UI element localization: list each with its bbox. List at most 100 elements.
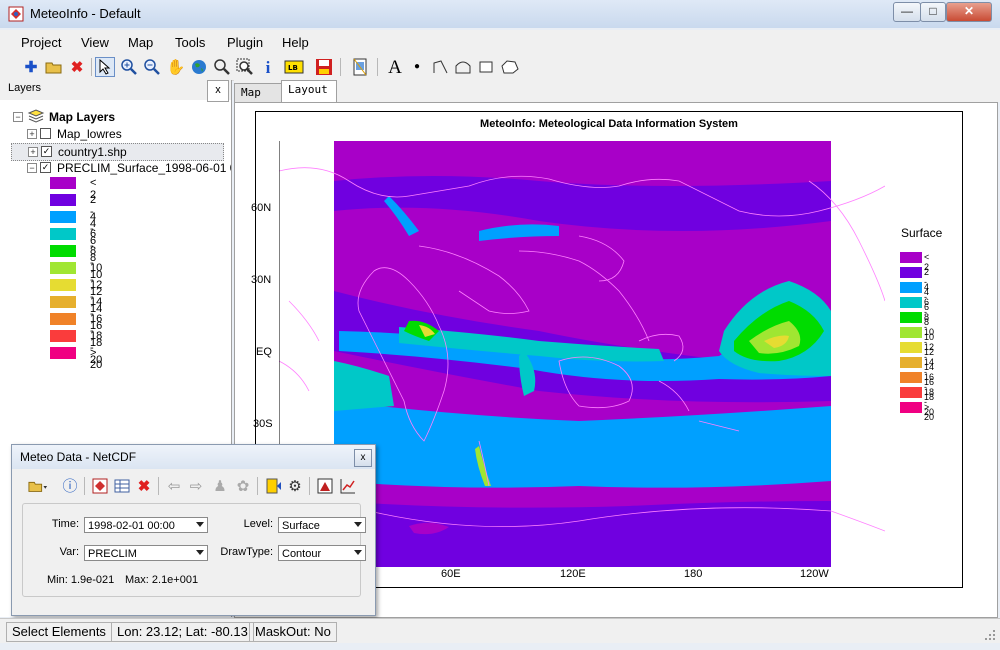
layer-visibility-checkbox[interactable]: ✓ [41,146,52,157]
full-extent-globe-icon[interactable] [189,57,209,77]
time-select[interactable]: 1998-02-01 00:00 [84,517,208,533]
layer-visibility-checkbox[interactable] [40,128,51,139]
info-icon[interactable]: ⓘ [60,476,80,496]
menu-tools[interactable]: Tools [175,35,205,50]
close-icon[interactable]: x [207,80,229,102]
drawtype-label: DrawType: [220,546,273,558]
graph-icon[interactable] [338,476,358,496]
dialog-close-button[interactable]: x [354,449,372,467]
open-folder-icon[interactable] [28,476,48,496]
legend-label: > 20 [924,402,935,422]
view-data-icon[interactable] [315,476,335,496]
polygon-icon[interactable] [500,57,520,77]
point-icon[interactable]: ● [407,57,427,77]
toolbar-separator [158,477,159,495]
dialog-toolbar: ⓘ ✖ ⇦ ⇨ ♟ ✿ ⚙ [18,473,370,497]
chevron-down-icon [196,522,204,527]
remove-layer-icon[interactable]: ✖ [67,57,87,77]
legend-swatch [50,279,76,291]
menu-bar: Project View Map Tools Plugin Help [0,30,1000,54]
minimize-button[interactable]: — [893,2,921,22]
collapse-icon[interactable]: − [27,163,37,173]
toolbar-separator [257,477,258,495]
settings-icon[interactable]: ⚙ [285,476,305,496]
y-tick-label: EQ [256,346,272,358]
chevron-down-icon [354,550,362,555]
legend-swatch [900,267,922,278]
drawtype-select[interactable]: Contour [278,545,366,561]
draw-contour-icon[interactable] [263,476,283,496]
arrow-right-icon[interactable]: ⇨ [186,476,206,496]
legend-swatch [50,296,76,308]
status-maskout: MaskOut: No [249,622,337,642]
level-value: Surface [282,520,320,532]
remove-icon[interactable]: ✖ [134,476,154,496]
table-icon[interactable] [112,476,132,496]
legend-swatch [900,252,922,263]
status-bar: Select Elements Lon: 23.12; Lat: -80.13 … [0,618,1000,643]
rectangle-icon[interactable] [476,57,496,77]
zoom-selected-icon[interactable] [235,57,255,77]
animate-icon[interactable]: ♟ [210,476,230,496]
layers-panel-header: Layers x [0,80,231,102]
layer-item-map-lowres[interactable]: + Map_lowres [27,126,227,142]
x-tick-label: 60E [441,568,461,580]
zoom-out-icon[interactable] [142,57,162,77]
layer-name: PRECLIM_Surface_1998-06-01 00: [57,161,231,175]
level-select[interactable]: Surface [278,517,366,533]
layout-page-icon[interactable] [350,57,370,77]
layer-visibility-checkbox[interactable]: ✓ [40,162,51,173]
svg-text:LB: LB [288,64,298,72]
dialog-title-bar[interactable]: Meteo Data - NetCDF x [12,445,375,469]
var-select[interactable]: PRECLIM [84,545,208,561]
label-icon[interactable]: LB [284,57,304,77]
pan-hand-icon[interactable]: ✋ [166,57,186,77]
main-toolbar: ✚ ✖ ✋ i LB A ● [0,54,1000,81]
polyline-icon[interactable] [430,57,450,77]
tab-layout[interactable]: Layout [281,80,337,103]
zoom-in-icon[interactable] [119,57,139,77]
expand-icon[interactable]: + [27,129,37,139]
menu-plugin[interactable]: Plugin [227,35,263,50]
menu-map[interactable]: Map [128,35,153,50]
curve-icon[interactable] [453,57,473,77]
expand-icon[interactable]: + [28,147,38,157]
layer-item-preclim[interactable]: − ✓ PRECLIM_Surface_1998-06-01 00: [27,160,231,176]
legend-swatch [50,330,76,342]
netcdf-icon[interactable] [90,476,110,496]
stop-animation-icon[interactable]: ✿ [233,476,253,496]
var-value: PRECLIM [88,548,137,560]
maximize-button[interactable]: □ [920,2,946,22]
x-tick-label: 180 [684,568,703,580]
y-tick-label: 30N [251,274,272,286]
add-layer-icon[interactable]: ✚ [21,57,41,77]
max-value-text: Max: 2.1e+001 [125,574,199,586]
layer-item-country1[interactable]: + ✓ country1.shp [11,143,224,161]
menu-view[interactable]: View [81,35,109,50]
legend-swatch [50,194,76,206]
tree-root-label: Map Layers [49,110,116,124]
map-title: MeteoInfo: Meteological Data Information… [480,118,738,130]
status-mode: Select Elements [6,622,112,642]
close-button[interactable]: ✕ [946,2,992,22]
select-pointer-icon[interactable] [95,57,115,77]
tab-map[interactable]: Map [234,83,282,102]
drawtype-value: Contour [282,548,322,560]
layer-name: country1.shp [58,145,127,159]
collapse-icon[interactable]: − [13,112,23,122]
arrow-left-icon[interactable]: ⇦ [164,476,184,496]
legend-swatch [50,245,76,257]
menu-help[interactable]: Help [282,35,309,50]
save-map-icon[interactable] [314,57,334,77]
open-folder-icon[interactable] [44,57,64,77]
legend-swatch [900,372,922,383]
legend-label: > 20 [90,347,103,371]
legend-swatch [50,177,76,189]
identify-info-icon[interactable]: i [258,57,278,77]
zoom-layer-icon[interactable] [212,57,232,77]
menu-project[interactable]: Project [21,35,61,50]
resize-grip-icon[interactable] [984,629,996,641]
toolbar-separator [84,477,85,495]
text-icon[interactable]: A [385,57,405,77]
legend-swatch [50,211,76,223]
